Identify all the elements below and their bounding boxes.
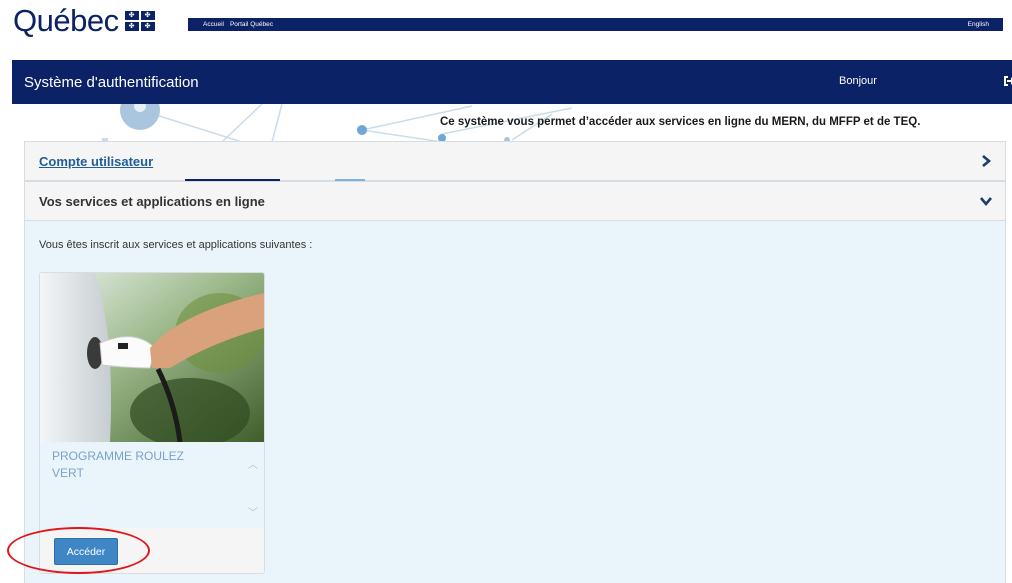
banner-tagline: Ce système vous permet d’accéder aux ser… [440,116,921,128]
services-panel: Vos services et applications en ligne Vo… [24,181,1006,583]
auth-header: Système d'authentification Bonjour [12,60,1012,104]
nav-portal-link[interactable]: Portail Québec [230,21,273,28]
ev-charging-image [40,273,264,442]
account-panel-header[interactable]: Compte utilisateur [25,142,1005,181]
chevron-up-icon[interactable]: ︿ [248,456,260,471]
highlight-annotation [7,527,150,574]
chevron-down-icon[interactable] [979,194,993,208]
nav-home-link[interactable]: Accueil [203,21,224,28]
service-card-body: PROGRAMME ROULEZ VERT ︿ ﹀ [40,442,264,528]
account-link[interactable]: Compte utilisateur [39,154,153,169]
quebec-logo[interactable]: Québec ✤ ✤ ✤ ✤ [13,4,155,38]
fleurdelise-icon: ✤ ✤ ✤ ✤ [124,11,155,31]
banner: Ce système vous permet d’accéder aux ser… [12,104,1012,142]
page-title: Système d'authentification [24,73,199,91]
services-panel-title: Vos services et applications en ligne [39,193,265,209]
chevron-down-small-icon[interactable]: ﹀ [248,504,260,519]
services-intro: Vous êtes inscrit aux services et applic… [39,239,313,251]
language-link[interactable]: English [968,21,989,28]
service-card-title: PROGRAMME ROULEZ VERT [52,449,185,480]
services-panel-header[interactable]: Vos services et applications en ligne [25,182,1005,221]
account-panel[interactable]: Compte utilisateur [24,141,1006,182]
chevron-right-icon[interactable] [979,154,993,168]
gov-nav-bar: Accueil Portail Québec English [188,18,1003,31]
logout-icon[interactable] [1002,73,1012,89]
logo-wordmark: Québec [13,3,119,38]
greeting: Bonjour [839,75,877,87]
